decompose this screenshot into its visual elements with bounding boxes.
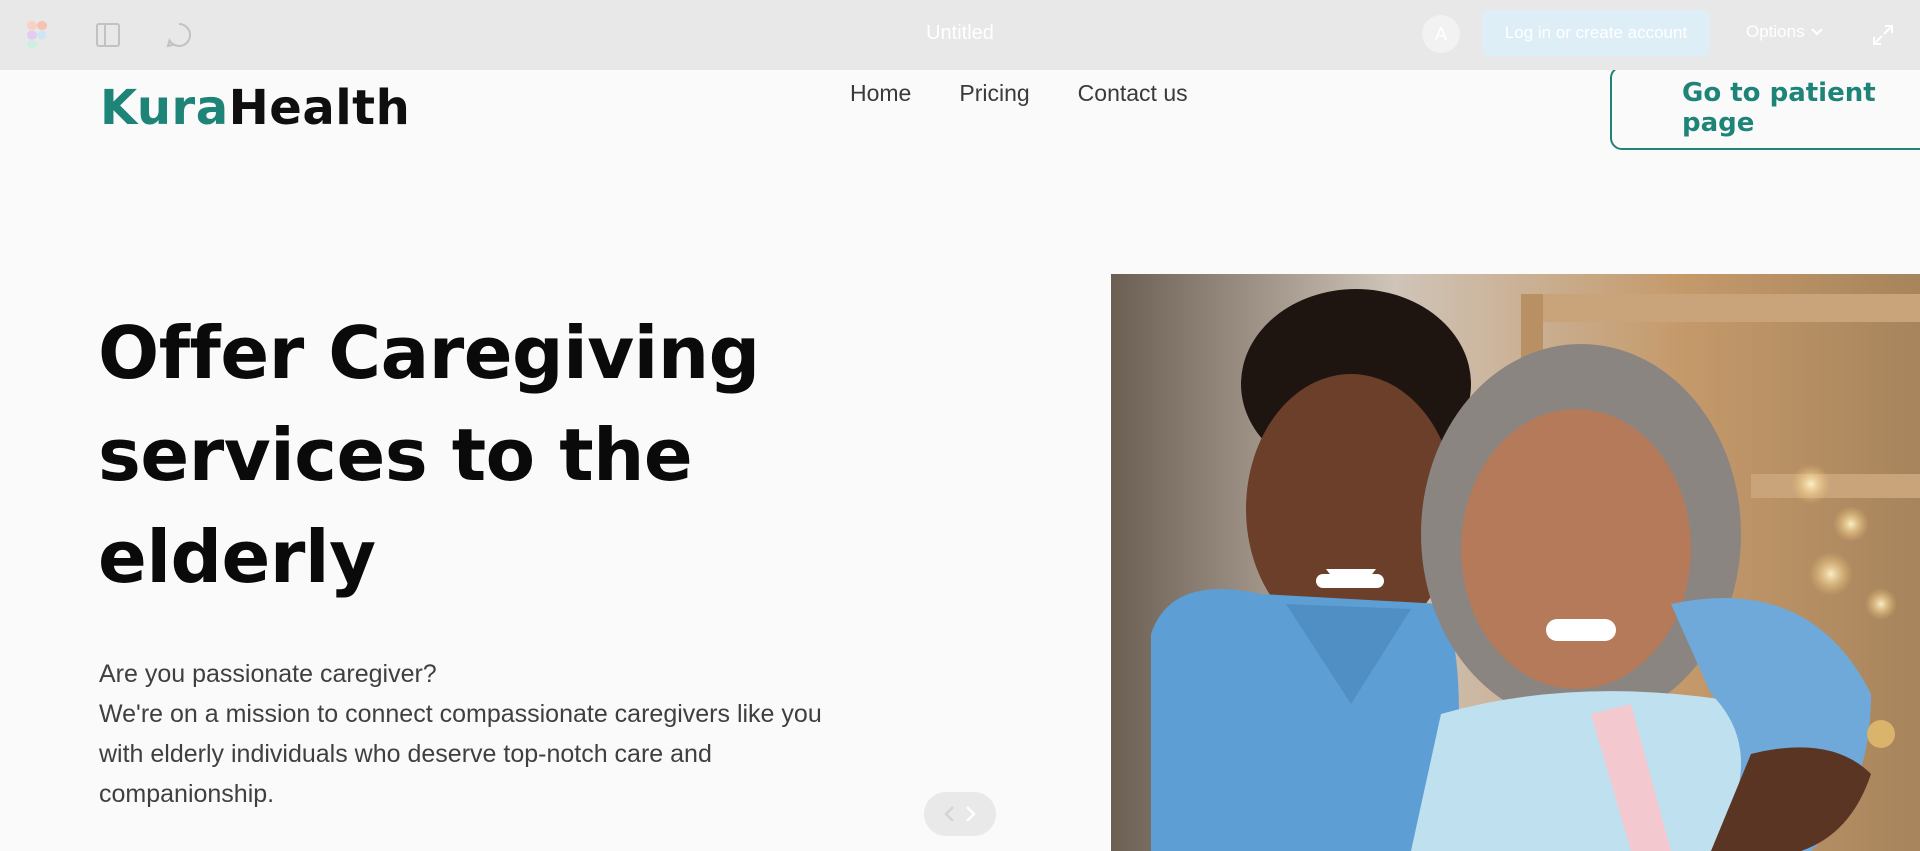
options-menu[interactable]: Options [1746, 22, 1823, 42]
logo-secondary: Health [228, 80, 411, 136]
avatar[interactable]: A [1422, 15, 1460, 53]
hero-text-line: We're on a mission to connect compassion… [99, 700, 822, 728]
logo-primary: Kura [100, 80, 229, 136]
hero-title-line: Offer Caregiving [98, 311, 760, 395]
sidebar-panel-icon[interactable] [91, 18, 125, 52]
options-label: Options [1746, 22, 1805, 41]
nav-pricing[interactable]: Pricing [959, 80, 1029, 107]
hero-text-line: with elderly individuals who deserve top… [99, 740, 712, 768]
hero-title: Offer Caregiving services to the elderly [98, 302, 918, 608]
hero-description: Are you passionate caregiver? We're on a… [99, 654, 899, 814]
hero-title-line: elderly [98, 515, 376, 599]
hero-text-line: companionship. [99, 780, 275, 808]
hero-title-line: services to the [98, 413, 693, 497]
chevron-left-icon[interactable] [943, 805, 955, 823]
chevron-right-icon[interactable] [965, 805, 977, 823]
login-button[interactable]: Log in or create account [1482, 10, 1710, 56]
hero-image [1111, 274, 1920, 851]
figma-logo-icon[interactable] [20, 18, 54, 52]
patient-page-button[interactable]: Go to patient page [1610, 70, 1920, 150]
expand-icon[interactable] [1866, 18, 1900, 52]
site-logo[interactable]: KuraHealth [100, 80, 410, 136]
main-nav: Home Pricing Contact us [850, 80, 1188, 107]
comment-icon[interactable] [162, 18, 196, 52]
figma-toolbar: Untitled A Log in or create account Opti… [0, 0, 1920, 70]
carousel-controls [924, 792, 996, 836]
nav-home[interactable]: Home [850, 80, 911, 107]
nav-contact[interactable]: Contact us [1078, 80, 1188, 107]
chevron-down-icon [1810, 28, 1823, 36]
hero-text-line: Are you passionate caregiver? [99, 660, 437, 688]
website-page: KuraHealth Home Pricing Contact us Go to… [0, 70, 1920, 851]
